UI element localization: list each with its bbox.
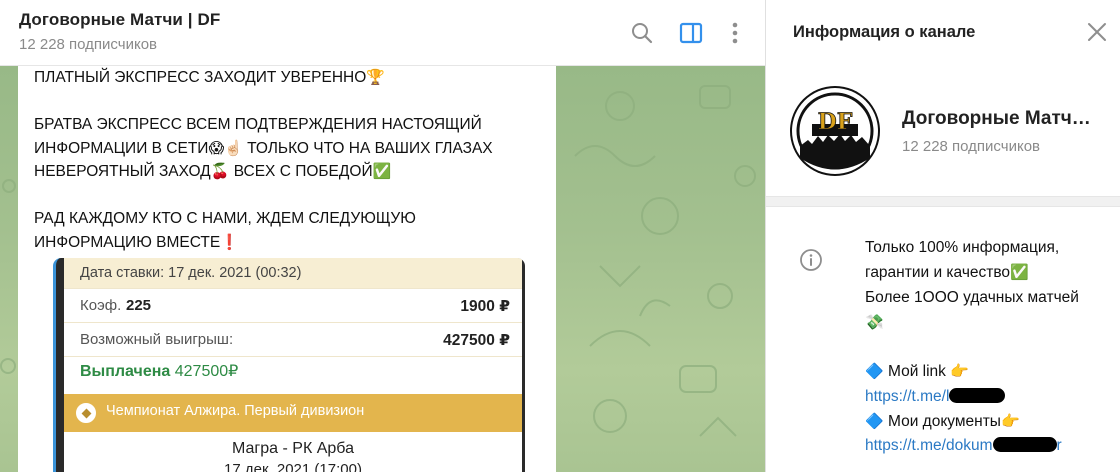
info-icon	[799, 248, 823, 272]
message-bubble[interactable]: ПЛАТНЫЙ ЭКСПРЕСС ЗАХОДИТ УВЕРЕННО🏆 БРАТВ…	[18, 66, 556, 472]
message-text: ПЛАТНЫЙ ЭКСПРЕСС ЗАХОДИТ УВЕРЕННО🏆 БРАТВ…	[34, 66, 544, 254]
money-emoji-icon: 💸	[865, 312, 884, 331]
coef-row: Коэф. 225 1900 ₽	[64, 288, 522, 322]
description-line: гарантии и качество✅	[865, 260, 1115, 285]
bet-date: Дата ставки: 17 дек. 2021 (00:32)	[64, 258, 522, 288]
bet-slip: Дата ставки: 17 дек. 2021 (00:32) Коэф. …	[64, 258, 522, 472]
channel-description: Только 100% информация, гарантии и качес…	[865, 236, 1115, 459]
message-line-text: ПЛАТНЫЙ ЭКСПРЕСС ЗАХОДИТ УВЕРЕННО	[34, 69, 367, 86]
description-line-text: гарантии и качество	[865, 264, 1011, 282]
scream-emoji-icon: 😱	[208, 138, 225, 157]
chat-area: Договорные Матчи | DF 12 228 подписчиков	[0, 0, 765, 472]
avatar-logo-text: DF	[818, 109, 853, 135]
redaction-mark	[992, 437, 1057, 453]
exclamation-emoji-icon: ❗	[220, 232, 239, 251]
description-line: https://t.me/l	[865, 385, 1115, 409]
message-line: РАД КАЖДОМУ КТО С НАМИ, ЖДЕМ СЛЕДУЮЩУЮ	[34, 210, 416, 227]
my-docs-label: Мои документы	[888, 413, 1001, 431]
message-line-text: ИНФОРМАЦИЮ ВМЕСТЕ	[34, 233, 221, 251]
football-icon	[76, 403, 96, 423]
cherries-emoji-icon: 🍒	[210, 162, 230, 180]
description-line: https://t.me/dokum r	[865, 434, 1115, 458]
match-info: Магра - РК Арба 17 дек. 2021 (17:00)	[64, 432, 522, 472]
description-line: 🔷 Мои документы👉	[865, 409, 1115, 434]
chat-subscriber-count: 12 228 подписчиков	[19, 36, 158, 53]
win-row: Возможный выигрыш: 427500 ₽	[64, 322, 522, 356]
redaction-mark	[949, 387, 1006, 403]
point-up-emoji-icon: ☝🏻	[224, 138, 243, 157]
my-docs-url[interactable]: https://t.me/dokum	[865, 437, 993, 454]
more-vertical-icon[interactable]	[721, 19, 749, 47]
description-line: 💸	[865, 310, 1115, 335]
league-bar: Чемпионат Алжира. Первый дивизион	[64, 394, 522, 432]
panel-title: Информация о канале	[793, 23, 976, 41]
message-line-text: ТОЛЬКО ЧТО НА ВАШИХ ГЛАЗАХ	[247, 139, 493, 157]
paid-value: 427500₽	[174, 363, 239, 380]
channel-name: Договорные Матч…	[902, 108, 1091, 129]
avatar[interactable]: DF	[790, 86, 880, 176]
message-line: ПЛАТНЫЙ ЭКСПРЕСС ЗАХОДИТ УВЕРЕННО🏆	[34, 66, 544, 90]
description-line: 🔷 Мой link 👉	[865, 359, 1115, 384]
diamond-emoji-icon: 🔷	[865, 412, 884, 431]
check-emoji-icon: ✅	[372, 162, 392, 180]
message-line: НЕВЕРОЯТНЫЙ ЗАХОД🍒 ВСЕХ С ПОБЕДОЙ✅	[34, 160, 544, 184]
channel-info-panel: Информация о канале DF Договорные Матч… …	[766, 0, 1120, 472]
my-link-label: Мой link	[888, 363, 946, 381]
league-name: Чемпионат Алжира. Первый дивизион	[106, 403, 365, 419]
message-line-text: НЕВЕРОЯТНЫЙ ЗАХОД	[34, 163, 211, 180]
win-value: 427500 ₽	[443, 332, 510, 349]
my-docs-url-end[interactable]: r	[1057, 437, 1062, 454]
coef-label: Коэф.	[80, 297, 122, 314]
message-line-text: ВСЕХ С ПОБЕДОЙ	[233, 163, 373, 180]
my-link-url[interactable]: https://t.me/l	[865, 388, 949, 405]
chat-header[interactable]: Договорные Матчи | DF 12 228 подписчиков	[0, 0, 765, 66]
coef-value: 225	[126, 297, 152, 314]
sidebar-toggle-icon[interactable]	[677, 19, 705, 47]
stake-value: 1900 ₽	[460, 298, 510, 315]
message-line: ИНФОРМАЦИИ В СЕТИ😱☝🏻 ТОЛЬКО ЧТО НА ВАШИХ…	[34, 137, 544, 161]
win-label: Возможный выигрыш:	[80, 331, 234, 348]
match-date: 17 дек. 2021 (17:00)	[224, 461, 362, 472]
point-right-emoji-icon: 👉	[950, 362, 969, 381]
diamond-emoji-icon: 🔷	[865, 362, 884, 381]
message-line-text: ИНФОРМАЦИИ В СЕТИ	[34, 139, 209, 157]
paid-label: Выплачена	[80, 363, 171, 380]
search-icon[interactable]	[628, 19, 656, 47]
close-icon[interactable]	[1085, 20, 1109, 44]
message-line: ИНФОРМАЦИЮ ВМЕСТЕ❗	[34, 231, 544, 255]
match-teams: Магра - РК Арба	[232, 440, 354, 457]
chat-title[interactable]: Договорные Матчи | DF	[19, 10, 220, 30]
section-separator	[766, 196, 1120, 207]
paid-status: Выплачена 427500₽	[80, 361, 238, 381]
description-line: Более 1ООО удачных матчей	[865, 288, 1079, 306]
point-right-emoji-icon: 👉	[1000, 412, 1020, 431]
check-emoji-icon: ✅	[1010, 263, 1029, 282]
trophy-icon: 🏆	[366, 68, 385, 86]
bet-slip-image[interactable]: Дата ставки: 17 дек. 2021 (00:32) Коэф. …	[53, 258, 525, 472]
description-line: Только 100% информация,	[865, 239, 1060, 256]
channel-subscriber-count: 12 228 подписчиков	[902, 138, 1041, 155]
message-line: БРАТВА ЭКСПРЕСС ВСЕМ ПОДТВЕРЖДЕНИЯ НАСТО…	[34, 116, 482, 133]
